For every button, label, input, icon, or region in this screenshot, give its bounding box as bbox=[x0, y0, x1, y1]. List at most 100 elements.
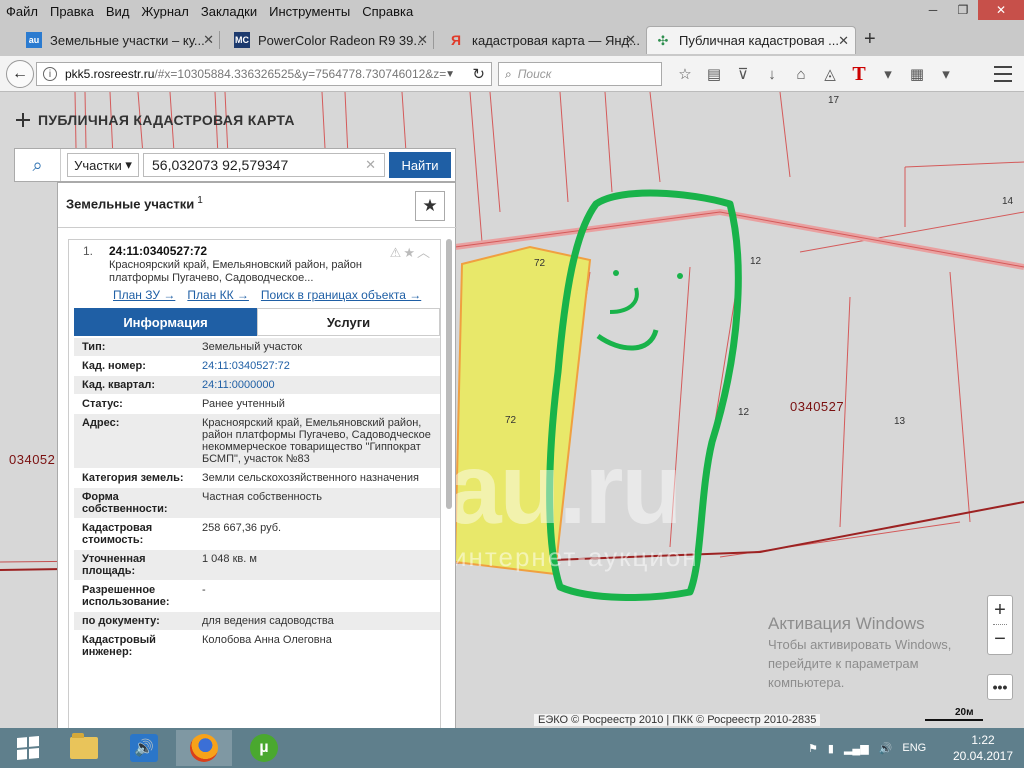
language-indicator[interactable]: ENG bbox=[902, 742, 926, 754]
back-arrow-icon[interactable]: ← bbox=[6, 60, 34, 88]
tab-close-icon[interactable]: ✕ bbox=[417, 32, 428, 48]
taskbar-utorrent[interactable]: µ bbox=[236, 730, 292, 766]
properties-table: Тип: Земельный участок Кад. номер: 24:11:0… bbox=[74, 338, 440, 662]
volume-icon[interactable]: 🔊 bbox=[879, 742, 893, 755]
menu-history[interactable]: Журнал bbox=[141, 4, 188, 19]
parcel-label: 12 bbox=[750, 256, 762, 267]
zoom-in-icon[interactable]: + bbox=[988, 596, 1012, 624]
panel-scrollbar[interactable] bbox=[446, 239, 452, 509]
cadastral-number[interactable]: 24:11:0340527:72 bbox=[109, 244, 207, 258]
menu-file[interactable]: Файл bbox=[6, 4, 38, 19]
tab-close-icon[interactable]: ✕ bbox=[838, 33, 849, 49]
info-icon[interactable]: i bbox=[43, 67, 57, 81]
table-row: Уточненная площадь: 1 048 кв. м bbox=[74, 550, 440, 581]
pkk-favicon-icon: ✣ bbox=[657, 32, 669, 48]
menu-hamburger-icon[interactable] bbox=[994, 66, 1012, 82]
star-icon[interactable]: ★ bbox=[403, 245, 417, 260]
home-icon[interactable]: ⌂ bbox=[788, 62, 814, 86]
tab-powercolor[interactable]: MC PowerColor Radeon R9 39... ✕ bbox=[226, 26, 434, 54]
favorite-star-icon[interactable]: ★ bbox=[415, 191, 445, 221]
parcel-card: 1. 24:11:0340527:72 ⚠★︿ Красноярский кра… bbox=[68, 239, 441, 735]
clear-icon[interactable]: ✕ bbox=[365, 157, 376, 173]
grid-menu-icon[interactable] bbox=[16, 113, 30, 127]
tab-au[interactable]: au Земельные участки – ку... ✕ bbox=[18, 26, 220, 54]
search-icon[interactable]: ⌕ bbox=[15, 149, 61, 181]
battery-icon[interactable]: ▮ bbox=[828, 742, 834, 755]
dropdown-arrow-icon[interactable]: ▼ bbox=[445, 69, 455, 80]
card-links: План ЗУ → План КК → Поиск в границах объ… bbox=[113, 288, 433, 302]
restore-icon[interactable]: ❐ bbox=[948, 0, 978, 20]
taskbar-firefox[interactable] bbox=[176, 730, 232, 766]
tab-close-icon[interactable]: ✕ bbox=[625, 32, 636, 48]
menu-help[interactable]: Справка bbox=[362, 4, 413, 19]
map-area[interactable]: ПУБЛИЧНАЯ КАДАСТРОВАЯ КАРТА 17 14 12 12 … bbox=[0, 92, 1024, 735]
card-actions: ⚠★︿ bbox=[390, 242, 432, 261]
parcel-label: 72 bbox=[505, 415, 517, 426]
minimize-icon[interactable]: ─ bbox=[918, 0, 948, 20]
scale-bar: 20м bbox=[925, 707, 983, 721]
map-search-bar: ⌕ Участки ▾ 56,032073 92,579347 ✕ Найти bbox=[14, 148, 456, 182]
find-button[interactable]: Найти bbox=[389, 152, 451, 178]
table-row: Категория земель: Земли сельскохозяйствен… bbox=[74, 469, 440, 488]
category-select[interactable]: Участки ▾ bbox=[67, 153, 139, 177]
network-icon[interactable]: ▂▄▆ bbox=[844, 742, 869, 755]
search-input[interactable]: ⌕ Поиск bbox=[498, 62, 662, 86]
menu-bookmarks[interactable]: Закладки bbox=[201, 4, 257, 19]
plan-kk-link[interactable]: План КК → bbox=[187, 288, 249, 302]
table-row: Адрес: Красноярский край, Емельяновский р… bbox=[74, 414, 440, 469]
tab-close-icon[interactable]: ✕ bbox=[203, 32, 214, 48]
nav-bar: ← i pkk5.rosreestr.ru /#x=10305884.33632… bbox=[0, 56, 1024, 92]
url-path: /#x=10305884.336326525&y=7564778.7307460… bbox=[154, 67, 447, 81]
tab-label: PowerColor Radeon R9 39... bbox=[258, 32, 425, 48]
parcel-label: 72 bbox=[534, 258, 546, 269]
clock[interactable]: 1:22 20.04.2017 bbox=[948, 732, 1018, 764]
start-button[interactable] bbox=[0, 730, 56, 766]
translate-icon[interactable]: T bbox=[846, 62, 872, 86]
mc-favicon-icon: MC bbox=[234, 32, 250, 48]
panel-title: Земельные участки 1 bbox=[66, 195, 203, 212]
tab-information[interactable]: Информация bbox=[74, 308, 257, 336]
menu-tools[interactable]: Инструменты bbox=[269, 4, 350, 19]
menu-view[interactable]: Вид bbox=[106, 4, 130, 19]
table-row: по документу: для ведения садоводства bbox=[74, 612, 440, 631]
tab-yandex[interactable]: Я кадастровая карта — Янд... ✕ bbox=[440, 26, 642, 54]
new-tab-icon[interactable]: + bbox=[864, 28, 876, 51]
tab-label: Земельные участки – ку... bbox=[50, 32, 205, 48]
watermark-subtext: интернет-аукцион bbox=[452, 542, 699, 572]
menu-edit[interactable]: Правка bbox=[50, 4, 94, 19]
plan-zu-link[interactable]: План ЗУ → bbox=[113, 288, 175, 302]
taskbar: 🔊 µ ⚑ ▮ ▂▄▆ 🔊 ENG 1:22 20.04.2017 bbox=[0, 728, 1024, 768]
item-number: 1. bbox=[83, 244, 94, 258]
extension-icon[interactable]: ▦ bbox=[904, 62, 930, 86]
search-in-bounds-link[interactable]: Поиск в границах объекта → bbox=[261, 288, 421, 302]
zoom-out-icon[interactable]: − bbox=[988, 625, 1012, 653]
sync-icon[interactable]: ◬ bbox=[817, 62, 843, 86]
pocket-icon[interactable]: ⊽ bbox=[730, 62, 756, 86]
tab-services[interactable]: Услуги bbox=[257, 308, 440, 336]
coordinates-input[interactable]: 56,032073 92,579347 ✕ bbox=[143, 153, 385, 177]
tab-pkk[interactable]: ✣ Публичная кадастровая ... ✕ bbox=[646, 26, 856, 54]
downloads-icon[interactable]: ↓ bbox=[759, 62, 785, 86]
address-short: Красноярский край, Емельяновский район, … bbox=[109, 259, 362, 284]
table-row: Тип: Земельный участок bbox=[74, 338, 440, 357]
quarter-label: 034052 bbox=[9, 452, 56, 467]
reading-list-icon[interactable]: ▤ bbox=[701, 62, 727, 86]
collapse-chevron-icon[interactable]: ︿ bbox=[417, 245, 432, 260]
close-icon[interactable]: ✕ bbox=[978, 0, 1024, 20]
taskbar-media[interactable]: 🔊 bbox=[116, 730, 172, 766]
reload-icon[interactable]: ↻ bbox=[472, 65, 485, 83]
url-bar[interactable]: i pkk5.rosreestr.ru /#x=10305884.3363265… bbox=[36, 62, 492, 86]
zoom-control: + − bbox=[987, 595, 1013, 655]
taskbar-explorer[interactable] bbox=[56, 730, 112, 766]
bookmark-star-icon[interactable]: ☆ bbox=[672, 62, 698, 86]
speaker-icon: 🔊 bbox=[130, 734, 158, 762]
more-options-icon[interactable]: ••• bbox=[987, 674, 1013, 700]
system-tray: ⚑ ▮ ▂▄▆ 🔊 ENG bbox=[808, 728, 936, 768]
quarter-label: 0340527 bbox=[790, 399, 845, 414]
dropdown-icon[interactable]: ▾ bbox=[933, 62, 959, 86]
flag-icon[interactable]: ⚑ bbox=[808, 742, 818, 755]
dropdown-icon[interactable]: ▾ bbox=[875, 62, 901, 86]
table-row: Разрешенное использование: - bbox=[74, 581, 440, 612]
parcel-label: 12 bbox=[738, 407, 750, 418]
warning-icon[interactable]: ⚠ bbox=[390, 245, 404, 260]
